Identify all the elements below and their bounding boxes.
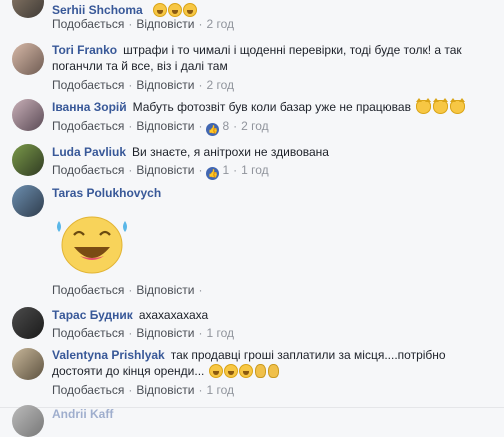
avatar[interactable] — [12, 99, 44, 131]
timestamp[interactable]: 1 год — [241, 163, 269, 177]
like-link[interactable]: Подобається — [52, 326, 124, 340]
comment-text: Мабуть фотозвіт був коли базар уже не пр… — [132, 100, 411, 114]
like-link[interactable]: Подобається — [52, 119, 124, 133]
laughing-emoji-sticker-icon — [57, 216, 127, 274]
author-name[interactable]: Valentyna Prishlyak — [52, 348, 165, 362]
laughing-emoji-icon — [238, 364, 253, 378]
comment-actions: Подобається · Відповісти · 👍 1 · 1 год — [52, 163, 269, 180]
comment-actions: Подобається · Відповісти · 👍 8 · 2 год — [52, 119, 269, 136]
author-name[interactable]: Іванна Зорій — [52, 100, 127, 114]
comment-actions: Подобається · Відповісти · — [52, 283, 203, 297]
reply-link[interactable]: Відповісти — [136, 163, 194, 177]
avatar[interactable] — [12, 144, 44, 176]
timestamp[interactable]: 2 год — [241, 119, 269, 133]
comment-actions: Подобається · Відповісти · 2 год — [52, 78, 234, 92]
laughing-cat-emoji-icon — [450, 98, 466, 114]
comment-actions: Подобається · Відповісти · 1 год — [52, 326, 234, 340]
author-name[interactable]: Luda Pavliuk — [52, 145, 126, 159]
comment-actions: Подобається · Відповісти · 1 год — [52, 383, 234, 397]
comment-body: Serhii Shchoma — [52, 2, 496, 18]
comment-actions: Подобається · Відповісти · 2 год — [52, 17, 234, 31]
laughing-emoji-icon — [168, 3, 183, 17]
comment-text: Ви знаєте, я анітрохи не здивована — [132, 145, 329, 159]
ok-hand-icon — [267, 364, 279, 378]
laughing-emoji-icon — [223, 364, 238, 378]
comment: Serhii Shchoma Подобається · Відповісти · 2 … — [0, 0, 504, 31]
comment-body: Tori Franko штрафи і то чималі і щоденні … — [52, 42, 496, 74]
like-link[interactable]: Подобається — [52, 283, 124, 297]
comment-body: Andrii Kaff — [52, 406, 496, 422]
timestamp[interactable]: 2 год — [206, 78, 234, 92]
like-reaction-icon: 👍 — [206, 123, 220, 136]
reply-link[interactable]: Відповісти — [136, 326, 194, 340]
like-reaction-icon: 👍 — [206, 167, 220, 180]
avatar[interactable] — [12, 307, 44, 339]
timestamp[interactable]: 2 год — [206, 17, 234, 31]
reply-link[interactable]: Відповісти — [136, 119, 194, 133]
avatar[interactable] — [12, 185, 44, 217]
comment-body: Taras Polukhovych — [52, 185, 496, 201]
comment-body: Luda Pavliuk Ви знаєте, я анітрохи не зди… — [52, 144, 496, 160]
laughing-emoji-icon — [153, 3, 168, 17]
laughing-emoji-icon — [208, 364, 223, 378]
avatar[interactable] — [12, 0, 44, 18]
comment-text: ахахахахаха — [138, 308, 209, 322]
timestamp[interactable]: 1 год — [206, 326, 234, 340]
reply-link[interactable]: Відповісти — [136, 78, 194, 92]
like-link[interactable]: Подобається — [52, 383, 124, 397]
avatar[interactable] — [12, 348, 44, 380]
timestamp[interactable]: 1 год — [206, 383, 234, 397]
ok-hand-icon — [254, 364, 266, 378]
comment-body: Тарас Будник ахахахахаха — [52, 307, 496, 323]
like-count[interactable]: 8 — [222, 119, 229, 133]
laughing-emoji-icon — [183, 3, 198, 17]
reply-link[interactable]: Відповісти — [136, 283, 194, 297]
avatar[interactable] — [12, 43, 44, 75]
avatar[interactable] — [12, 405, 44, 437]
author-name[interactable]: Тарас Будник — [52, 308, 133, 322]
author-name[interactable]: Taras Polukhovych — [52, 186, 161, 200]
laughing-cat-emoji-icon — [416, 98, 432, 114]
reply-link[interactable]: Відповісти — [136, 17, 194, 31]
author-name[interactable]: Andrii Kaff — [52, 407, 113, 421]
reply-link[interactable]: Відповісти — [136, 383, 194, 397]
author-name[interactable]: Serhii Shchoma — [52, 3, 143, 17]
laughing-cat-emoji-icon — [433, 98, 449, 114]
like-link[interactable]: Подобається — [52, 78, 124, 92]
comment-body: Іванна Зорій Мабуть фотозвіт був коли баз… — [52, 98, 496, 115]
like-count[interactable]: 1 — [222, 163, 229, 177]
comment-body: Valentyna Prishlyak так продавці гроші за… — [52, 347, 496, 379]
like-link[interactable]: Подобається — [52, 163, 124, 177]
author-name[interactable]: Tori Franko — [52, 43, 117, 57]
like-link[interactable]: Подобається — [52, 17, 124, 31]
